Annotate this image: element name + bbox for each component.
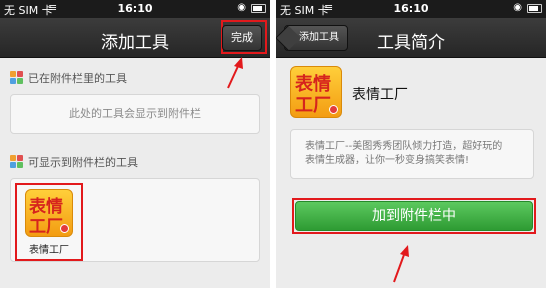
navbar: 添加工具 工具简介 [276, 18, 546, 58]
available-tools-list: 表情 工厂 表情工厂 [10, 178, 260, 262]
tool-name: 表情工厂 [29, 245, 69, 256]
apps-icon [10, 155, 24, 169]
tool-header: 表情 工厂 表情工厂 [286, 66, 536, 122]
right-screen: 无 SIM 卡 ≡ 16:10 ◉ 添加工具 工具简介 表情 工厂 表情工厂 表… [276, 0, 546, 288]
icon-text: 工厂 [29, 217, 63, 237]
badge-icon [329, 105, 338, 114]
description-line: 表情工厂--美图秀秀团队倾力打造，超好玩的 [305, 141, 503, 152]
add-to-attachment-bar-button[interactable]: 加到附件栏中 [295, 201, 533, 231]
app-icon-biaoqing-gongchang: 表情 工厂 [290, 66, 342, 118]
clock: 16:10 [117, 2, 153, 15]
status-bar: 无 SIM 卡 ≡ 16:10 ◉ [276, 0, 546, 18]
tool-name: 表情工厂 [352, 87, 408, 103]
page-title: 工具简介 [377, 33, 445, 53]
status-bar: 无 SIM 卡 ≡ 16:10 ◉ [0, 0, 270, 18]
section-label: 已在附件栏里的工具 [28, 72, 127, 85]
battery-icon [251, 4, 266, 13]
attachment-bar-drop-zone: 此处的工具会显示到附件栏 [10, 94, 260, 134]
done-button[interactable]: 完成 [222, 25, 262, 51]
section-label: 可显示到附件栏的工具 [28, 156, 138, 169]
navbar: 添加工具 完成 [0, 18, 270, 58]
section-header-in-bar: 已在附件栏里的工具 [10, 70, 127, 86]
apps-icon [10, 71, 24, 85]
annotation-arrow [393, 245, 409, 283]
lock-icon: ◉ [237, 2, 246, 13]
tool-item-biaoqing-gongchang[interactable]: 表情 工厂 表情工厂 [15, 183, 83, 261]
description-line: 表情生成器，让你一秒变身搞笑表情! [305, 155, 470, 166]
clock: 16:10 [393, 2, 429, 15]
section-header-available: 可显示到附件栏的工具 [10, 154, 138, 170]
app-icon-biaoqing-gongchang: 表情 工厂 [25, 189, 73, 237]
icon-text: 工厂 [295, 95, 331, 116]
battery-icon [527, 4, 542, 13]
annotation-arrow [227, 57, 243, 89]
left-screen: 无 SIM 卡 ≡ 16:10 ◉ 添加工具 完成 已在附件栏里的工具 此处的工… [0, 0, 270, 288]
lock-icon: ◉ [513, 2, 522, 13]
tool-description: 表情工厂--美图秀秀团队倾力打造，超好玩的 表情生成器，让你一秒变身搞笑表情! [290, 129, 534, 179]
badge-icon [60, 224, 69, 233]
